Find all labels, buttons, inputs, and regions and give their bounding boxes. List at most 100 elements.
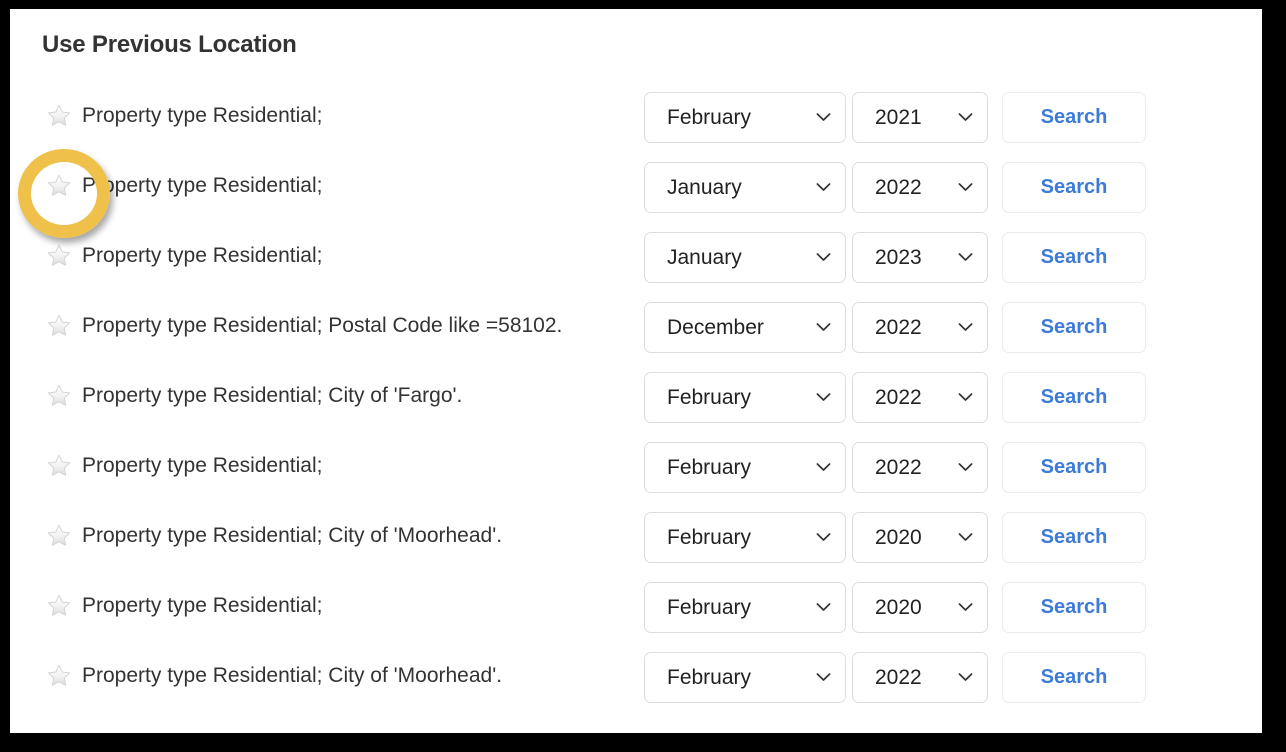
star-icon-row-1[interactable] xyxy=(46,103,72,129)
chevron-down-icon xyxy=(958,462,973,472)
chevron-down-icon xyxy=(958,182,973,192)
search-button-label: Search xyxy=(1040,176,1108,198)
month-select-row-3[interactable]: January xyxy=(644,232,846,283)
search-button-row-3[interactable]: Search xyxy=(1002,232,1146,283)
chevron-down-icon xyxy=(958,322,973,332)
year-select-row-5[interactable]: 2022 xyxy=(852,372,988,423)
month-select-value: February xyxy=(667,106,752,129)
previous-location-list: Property type Residential; February 2021 xyxy=(10,89,1262,719)
month-select-row-4[interactable]: December xyxy=(644,302,846,353)
search-button-row-2[interactable]: Search xyxy=(1002,162,1146,213)
search-button-row-1[interactable]: Search xyxy=(1002,92,1146,143)
search-button-label: Search xyxy=(1040,596,1108,618)
search-button-row-7[interactable]: Search xyxy=(1002,512,1146,563)
year-select-row-9[interactable]: 2022 xyxy=(852,652,988,703)
search-button-label: Search xyxy=(1040,316,1108,338)
previous-location-panel: Use Previous Location Property type Resi… xyxy=(10,9,1262,733)
year-select-row-3[interactable]: 2023 xyxy=(852,232,988,283)
screenshot-frame: Use Previous Location Property type Resi… xyxy=(0,0,1286,752)
chevron-down-icon xyxy=(816,672,831,682)
chevron-down-icon xyxy=(816,112,831,122)
star-icon-row-7[interactable] xyxy=(46,523,72,549)
year-select-value: 2020 xyxy=(875,596,922,619)
search-button-row-5[interactable]: Search xyxy=(1002,372,1146,423)
list-item-6: Property type Residential; February 2022 xyxy=(10,439,1262,509)
list-item-label: Property type Residential; Postal Code l… xyxy=(82,314,563,337)
list-item-label: Property type Residential; City of 'Moor… xyxy=(82,524,503,547)
month-select-row-7[interactable]: February xyxy=(644,512,846,563)
chevron-down-icon xyxy=(958,672,973,682)
month-select-row-8[interactable]: February xyxy=(644,582,846,633)
chevron-down-icon xyxy=(958,392,973,402)
chevron-down-icon xyxy=(816,462,831,472)
year-select-value: 2022 xyxy=(875,316,922,339)
chevron-down-icon xyxy=(816,602,831,612)
month-select-value: February xyxy=(667,456,752,479)
list-item-8: Property type Residential; February 2020 xyxy=(10,579,1262,649)
chevron-down-icon xyxy=(958,252,973,262)
month-select-value: February xyxy=(667,596,752,619)
search-button-label: Search xyxy=(1040,526,1108,548)
year-select-row-2[interactable]: 2022 xyxy=(852,162,988,213)
search-button-row-9[interactable]: Search xyxy=(1002,652,1146,703)
search-button-label: Search xyxy=(1040,666,1108,688)
chevron-down-icon xyxy=(958,602,973,612)
year-select-row-6[interactable]: 2022 xyxy=(852,442,988,493)
year-select-value: 2020 xyxy=(875,526,922,549)
list-item-label: Property type Residential; xyxy=(82,454,323,477)
chevron-down-icon xyxy=(958,112,973,122)
month-select-row-2[interactable]: January xyxy=(644,162,846,213)
star-icon-row-4[interactable] xyxy=(46,313,72,339)
month-select-row-5[interactable]: February xyxy=(644,372,846,423)
star-icon-row-5[interactable] xyxy=(46,383,72,409)
list-item-label: Property type Residential; xyxy=(82,244,323,267)
chevron-down-icon xyxy=(816,392,831,402)
chevron-down-icon xyxy=(958,532,973,542)
search-button-label: Search xyxy=(1040,246,1108,268)
month-select-row-1[interactable]: February xyxy=(644,92,846,143)
month-select-value: December xyxy=(667,316,764,339)
month-select-value: January xyxy=(667,246,742,269)
month-select-value: February xyxy=(667,386,752,409)
list-item-5: Property type Residential; City of 'Farg… xyxy=(10,369,1262,439)
list-item-4: Property type Residential; Postal Code l… xyxy=(10,299,1262,369)
star-icon-row-3[interactable] xyxy=(46,243,72,269)
list-item-7: Property type Residential; City of 'Moor… xyxy=(10,509,1262,579)
list-item-2: Property type Residential; January 2022 xyxy=(10,159,1262,229)
star-icon-row-6[interactable] xyxy=(46,453,72,479)
year-select-row-1[interactable]: 2021 xyxy=(852,92,988,143)
list-item-label: Property type Residential; City of 'Farg… xyxy=(82,384,463,407)
month-select-value: January xyxy=(667,176,742,199)
list-item-9: Property type Residential; City of 'Moor… xyxy=(10,649,1262,719)
chevron-down-icon xyxy=(816,322,831,332)
year-select-row-7[interactable]: 2020 xyxy=(852,512,988,563)
year-select-value: 2023 xyxy=(875,246,922,269)
month-select-value: February xyxy=(667,666,752,689)
search-button-row-4[interactable]: Search xyxy=(1002,302,1146,353)
month-select-row-6[interactable]: February xyxy=(644,442,846,493)
list-item-label: Property type Residential; xyxy=(82,594,323,617)
chevron-down-icon xyxy=(816,252,831,262)
list-item-label: Property type Residential; xyxy=(82,104,323,127)
list-item-label: Property type Residential; xyxy=(82,174,323,197)
month-select-value: February xyxy=(667,526,752,549)
list-item-label: Property type Residential; City of 'Moor… xyxy=(82,664,503,687)
search-button-row-8[interactable]: Search xyxy=(1002,582,1146,633)
star-icon-row-2[interactable] xyxy=(46,173,72,199)
year-select-value: 2021 xyxy=(875,106,922,129)
chevron-down-icon xyxy=(816,182,831,192)
page-title: Use Previous Location xyxy=(42,31,297,58)
list-item-3: Property type Residential; January 2023 xyxy=(10,229,1262,299)
search-button-label: Search xyxy=(1040,386,1108,408)
list-item-1: Property type Residential; February 2021 xyxy=(10,89,1262,159)
star-icon-row-9[interactable] xyxy=(46,663,72,689)
year-select-value: 2022 xyxy=(875,666,922,689)
star-icon-row-8[interactable] xyxy=(46,593,72,619)
year-select-row-8[interactable]: 2020 xyxy=(852,582,988,633)
search-button-label: Search xyxy=(1040,456,1108,478)
year-select-value: 2022 xyxy=(875,176,922,199)
search-button-row-6[interactable]: Search xyxy=(1002,442,1146,493)
year-select-row-4[interactable]: 2022 xyxy=(852,302,988,353)
month-select-row-9[interactable]: February xyxy=(644,652,846,703)
year-select-value: 2022 xyxy=(875,386,922,409)
